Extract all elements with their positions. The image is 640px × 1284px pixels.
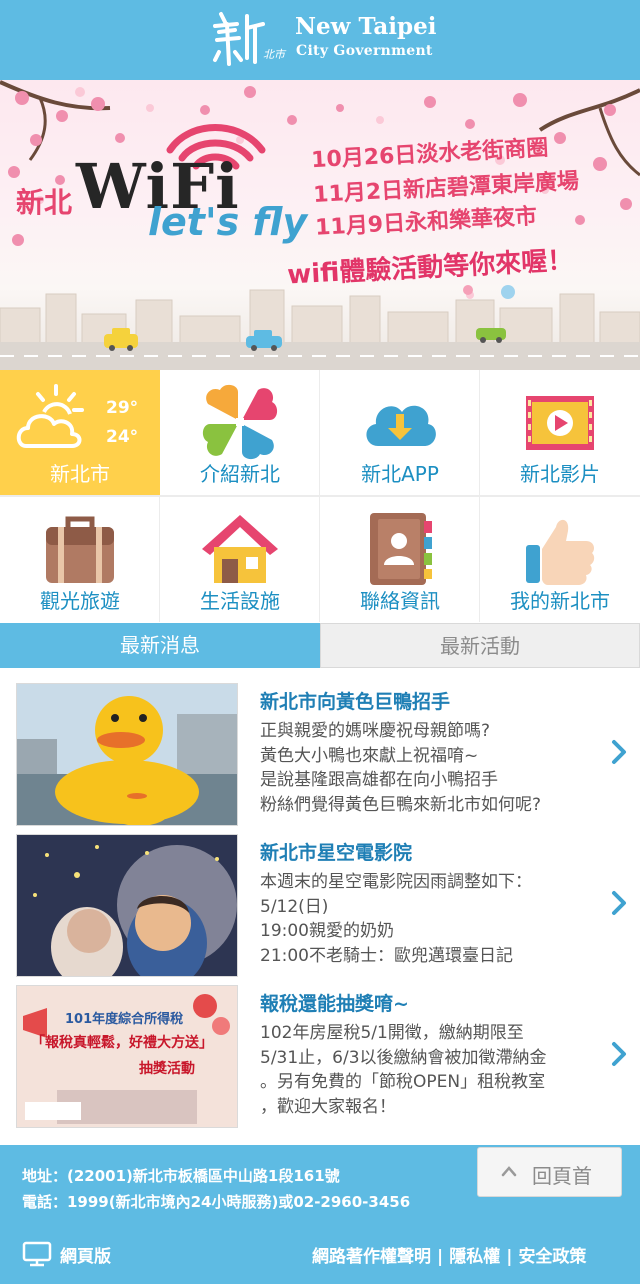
menu-item-video[interactable]: 新北影片 <box>480 370 640 495</box>
menu-item-label: 介紹新北 <box>200 462 280 486</box>
news-description: 正與親愛的媽咪慶祝母親節嗎? 黃色大小鴨也來獻上祝福唷~ 是說基隆跟高雄都在向小… <box>260 719 600 817</box>
link-separator: | <box>437 1247 444 1267</box>
menu-item-contacts[interactable]: 聯絡資訊 <box>320 497 480 622</box>
address-book-icon <box>370 513 432 585</box>
banner-brand-prefix: 新北 <box>16 186 73 219</box>
menu-item-intro[interactable]: 介紹新北 <box>160 370 320 495</box>
suitcase-icon <box>46 516 114 583</box>
footer-phone: 電話：1999(新北市境內24小時服務)或02-2960-3456 <box>22 1193 411 1211</box>
menu-item-facilities[interactable]: 生活設施 <box>160 497 320 622</box>
news-description: 本週末的星空電影院因雨調整如下： 5/12(日) 19:00親愛的奶奶 21:0… <box>260 870 600 968</box>
menu-grid-row-1: 29° 24° 新北市 介紹新北 新北APP 新北影片 <box>0 370 640 495</box>
news-line: 黃色大小鴨也來獻上祝福唷~ <box>260 745 479 766</box>
news-thumbnail-cinema <box>16 834 238 977</box>
link-separator: | <box>506 1247 513 1267</box>
poster-title: 101年度綜合所得稅 <box>65 1012 184 1027</box>
thumbs-up-icon <box>526 519 595 585</box>
news-line: 19:00親愛的奶奶 <box>260 921 394 941</box>
clover-heart-icon <box>202 384 278 460</box>
cloud-download-icon <box>366 405 436 446</box>
news-tabs: 最新消息 最新活動 <box>0 623 640 668</box>
news-line: 正與親愛的媽咪慶祝母親節嗎? <box>260 721 491 741</box>
logo-title: New Taipei <box>295 13 437 40</box>
svg-text:北市: 北市 <box>263 48 287 61</box>
news-line: 是說基隆跟高雄都在向小鴨招手 <box>260 770 498 790</box>
menu-item-label: 新北APP <box>361 462 439 486</box>
footer: 地址：(22001)新北市板橋區中山路1段161號 電話：1999(新北市境內2… <box>0 1145 640 1284</box>
partly-cloudy-icon <box>16 384 84 448</box>
rubber-duck-image <box>17 684 237 825</box>
back-to-top-button[interactable]: 回頁首 <box>477 1147 622 1197</box>
web-version-label: 網頁版 <box>60 1247 111 1267</box>
chevron-up-icon <box>501 1166 517 1177</box>
menu-item-label: 新北影片 <box>520 462 600 486</box>
starry-cinema-image <box>17 835 237 976</box>
back-to-top-label: 回頁首 <box>532 1164 592 1188</box>
menu-item-label: 生活設施 <box>200 589 280 613</box>
news-title[interactable]: 報稅還能抽獎唷~ <box>260 989 409 1016</box>
menu-item-my-city[interactable]: 我的新北市 <box>480 497 640 622</box>
news-title[interactable]: 新北市向黃色巨鴨招手 <box>260 687 450 714</box>
monitor-icon <box>22 1241 52 1267</box>
news-thumbnail-duck <box>16 683 238 826</box>
link-security[interactable]: 安全政策 <box>518 1247 586 1267</box>
poster-line-1: 「報稅真輕鬆，好禮大方送」 <box>31 1035 213 1051</box>
tab-latest-events[interactable]: 最新活動 <box>320 623 640 668</box>
header-bar: 北市 New Taipei City Government <box>0 0 640 80</box>
menu-grid-row-2: 觀光旅遊 生活設施 聯絡資訊 我的新北市 <box>0 497 640 622</box>
news-item[interactable]: 新北市星空電影院 本週末的星空電影院因雨調整如下： 5/12(日) 19:00親… <box>0 834 640 983</box>
banner-tagline: let's fly <box>148 200 308 244</box>
footer-links: 網路著作權聲明 | 隱私權 | 安全政策 <box>312 1242 586 1267</box>
news-line: 102年房屋稅5/1開徵，繳納期限至 <box>260 1023 524 1043</box>
news-line: 。另有免費的「節稅OPEN」租稅教室 <box>260 1072 546 1092</box>
chevron-right-icon[interactable] <box>610 1041 628 1067</box>
news-line: 本週末的星空電影院因雨調整如下： <box>260 872 532 892</box>
news-line: ，歡迎大家報名！ <box>260 1096 396 1117</box>
news-item[interactable]: 101年度綜合所得稅 「報稅真輕鬆，好禮大方送」 抽獎活動 報稅還能抽獎唷~ 1… <box>0 985 640 1134</box>
logo-subtitle: City Government <box>296 43 433 59</box>
city-logo-calligraphy[interactable]: 北市 <box>207 8 293 70</box>
house-icon <box>202 515 278 583</box>
app-root: 北市 New Taipei City Government 新北 WiFi le… <box>0 0 640 1284</box>
news-title[interactable]: 新北市星空電影院 <box>260 838 412 865</box>
film-play-icon <box>526 396 594 450</box>
menu-item-tourism[interactable]: 觀光旅遊 <box>0 497 160 622</box>
chevron-right-icon[interactable] <box>610 890 628 916</box>
news-line: 21:00不老騎士：歐兜邁環臺日記 <box>260 945 513 966</box>
link-copyright[interactable]: 網路著作權聲明 <box>312 1247 431 1267</box>
link-privacy[interactable]: 隱私權 <box>449 1247 500 1267</box>
menu-item-label: 觀光旅遊 <box>40 589 120 613</box>
weather-high: 29° <box>106 398 139 418</box>
news-line: 粉絲們覺得黃色巨鴨來新北市如何呢? <box>260 794 542 815</box>
news-line: 5/12(日) <box>260 896 329 917</box>
menu-item-label: 我的新北市 <box>510 589 610 613</box>
news-description: 102年房屋稅5/1開徵，繳納期限至 5/31止，6/3以後繳納會被加徵滯納金 … <box>260 1021 600 1119</box>
menu-item-label: 聯絡資訊 <box>360 589 440 613</box>
news-line: 5/31止，6/3以後繳納會被加徵滯納金 <box>260 1047 547 1068</box>
promo-banner[interactable]: 新北 WiFi let's fly 10月26日淡水老街商圈 11月2日新店碧潭… <box>0 80 640 370</box>
tab-latest-news[interactable]: 最新消息 <box>0 623 320 668</box>
weather-city: 新北市 <box>50 462 110 486</box>
footer-address: 地址：(22001)新北市板橋區中山路1段161號 <box>22 1167 340 1185</box>
menu-item-app[interactable]: 新北APP <box>320 370 480 495</box>
poster-line-2: 抽獎活動 <box>139 1061 195 1077</box>
news-thumbnail-tax: 101年度綜合所得稅 「報稅真輕鬆，好禮大方送」 抽獎活動 <box>16 985 238 1128</box>
weather-tile[interactable]: 29° 24° 新北市 <box>0 370 160 495</box>
news-item[interactable]: 新北市向黃色巨鴨招手 正與親愛的媽咪慶祝母親節嗎? 黃色大小鴨也來獻上祝福唷~ … <box>0 683 640 832</box>
weather-low: 24° <box>106 427 139 447</box>
chevron-right-icon[interactable] <box>610 739 628 765</box>
